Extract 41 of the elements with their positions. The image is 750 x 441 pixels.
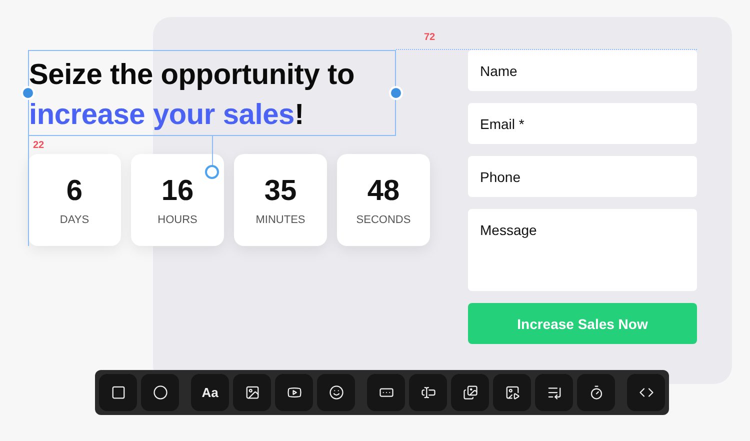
countdown-value: 35 (264, 174, 297, 208)
stopwatch-icon (588, 385, 604, 400)
video-icon (286, 385, 302, 400)
code-icon (638, 385, 654, 400)
circle-tool[interactable] (141, 374, 179, 411)
image-play-tool[interactable] (493, 374, 531, 411)
text-input-tool[interactable] (409, 374, 447, 411)
spacing-label: 72 (424, 32, 436, 43)
button-icon (378, 385, 394, 400)
countdown-unit: MINUTES (256, 214, 306, 226)
countdown-value: 16 (161, 174, 194, 208)
countdown-unit: HOURS (158, 214, 198, 226)
message-field[interactable]: Message (468, 209, 697, 291)
button-tool[interactable] (367, 374, 405, 411)
countdown-value: 48 (367, 174, 400, 208)
list-tool[interactable] (535, 374, 573, 411)
gallery-icon (462, 385, 478, 400)
smiley-tool[interactable] (317, 374, 355, 411)
countdown-unit: DAYS (60, 214, 90, 226)
video-tool[interactable] (275, 374, 313, 411)
headline: Seize the opportunity to increase your sales! (28, 50, 396, 136)
stopwatch-tool[interactable] (577, 374, 615, 411)
input-field[interactable]: Email * (468, 103, 697, 144)
square-tool[interactable] (99, 374, 137, 411)
square-icon (110, 385, 126, 400)
spacing-label: 22 (33, 140, 44, 151)
countdown-value: 6 (66, 174, 83, 208)
image-icon (244, 385, 260, 400)
input-field[interactable]: Phone (468, 156, 697, 197)
countdown-unit: SECONDS (356, 214, 411, 226)
text-input-icon (420, 385, 436, 400)
input-field[interactable]: Name (468, 50, 697, 91)
image-tool[interactable] (233, 374, 271, 411)
code-tool[interactable] (627, 374, 665, 411)
circle-icon (152, 385, 168, 400)
text-tool[interactable]: Aa (191, 374, 229, 411)
gallery-tool[interactable] (451, 374, 489, 411)
image-play-icon (504, 385, 520, 400)
resize-handle[interactable] (21, 86, 35, 100)
list-icon (546, 385, 562, 400)
smiley-icon (328, 385, 344, 400)
